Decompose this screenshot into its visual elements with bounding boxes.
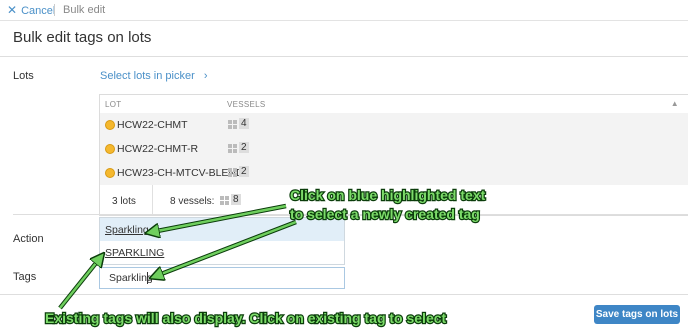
arrow-to-existing-tag <box>59 258 100 309</box>
arrow-to-new-tag <box>152 204 287 232</box>
arrow-to-tags-input <box>156 220 297 276</box>
annotation-arrows <box>58 203 297 310</box>
annotation-text: to select a newly created tag <box>289 205 481 223</box>
annotation-text: Click on blue highlighted text <box>289 186 487 204</box>
annotation-text: Existing tags will also display. Click o… <box>44 309 448 327</box>
